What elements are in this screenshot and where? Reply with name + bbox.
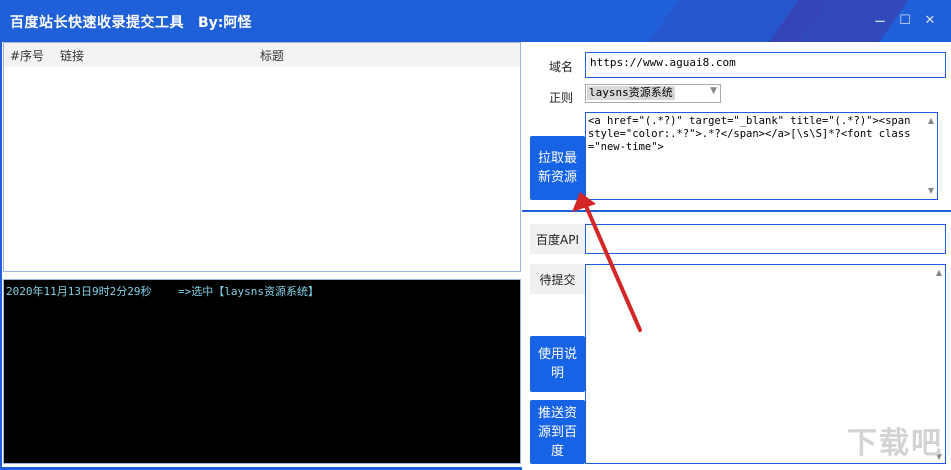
fetch-resources-button[interactable]: 拉取最新资源 xyxy=(530,136,585,200)
close-button[interactable]: ✕ xyxy=(921,12,939,30)
column-header-title[interactable]: 标题 xyxy=(260,47,284,64)
app-author: By:阿怪 xyxy=(198,15,252,31)
rule-select-value: laysns资源系统 xyxy=(587,86,675,100)
scroll-up-icon[interactable]: ▲ xyxy=(935,268,943,277)
app-title: 百度站长快速收录提交工具 xyxy=(10,15,184,31)
api-label: 百度API xyxy=(530,224,585,254)
result-list[interactable]: #序号 链接 标题 xyxy=(3,42,521,272)
domain-input[interactable]: https://www.aguai8.com xyxy=(585,52,946,78)
watermark-logo: 下载吧 xyxy=(847,426,943,461)
rule-select[interactable]: laysns资源系统 ▼ xyxy=(585,84,721,103)
scroll-up-icon[interactable]: ▲ xyxy=(927,116,935,125)
maximize-button[interactable]: ☐ xyxy=(896,12,914,30)
column-header-link[interactable]: 链接 xyxy=(60,47,84,64)
chevron-down-icon[interactable]: ▼ xyxy=(710,86,717,96)
log-console: 2020年11月13日9时2分29秒 =>选中【laysns资源系统】 xyxy=(3,279,521,464)
pending-label: 待提交 xyxy=(530,264,585,294)
control-panel: 域名 https://www.aguai8.com 正则 laysns资源系统 … xyxy=(522,42,951,470)
title-bar: 百度站长快速收录提交工具 By:阿怪 − ☐ ✕ xyxy=(0,0,951,42)
window-border-left xyxy=(0,42,2,470)
rule-label: 正则 xyxy=(549,91,574,105)
scroll-down-icon[interactable]: ▼ xyxy=(927,186,935,195)
domain-label: 域名 xyxy=(549,60,574,74)
column-header-index[interactable]: #序号 xyxy=(10,47,44,64)
list-header: #序号 链接 标题 xyxy=(4,43,520,67)
api-input[interactable] xyxy=(585,224,946,254)
separator xyxy=(522,210,951,212)
log-line: 2020年11月13日9时2分29秒 =>选中【laysns资源系统】 xyxy=(6,285,319,298)
regex-textarea[interactable]: <a href="(.*?)" target="_blank" title="(… xyxy=(585,112,938,200)
minimize-button[interactable]: − xyxy=(871,12,889,30)
help-button[interactable]: 使用说明 xyxy=(530,336,585,392)
push-to-baidu-button[interactable]: 推送资源到百度 xyxy=(530,400,585,464)
